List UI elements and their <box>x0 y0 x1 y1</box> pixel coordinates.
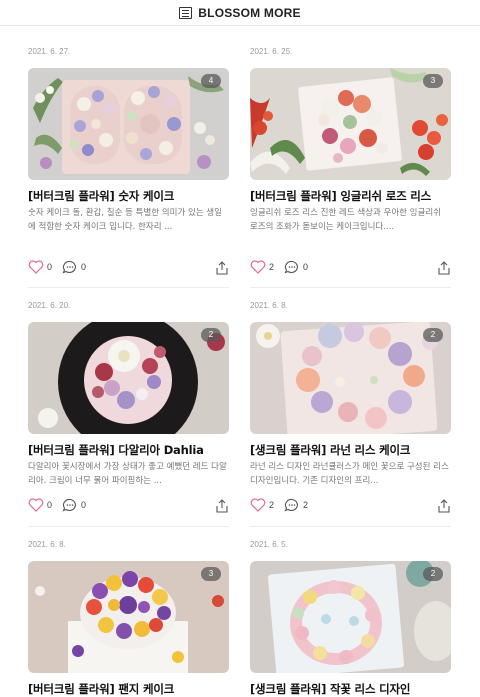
post-excerpt[interactable]: 다알리아 꽃시장에서 가장 상태가 좋고 예뻤던 레드 다알리아. 크림이 너무… <box>28 460 229 488</box>
post-thumbnail[interactable]: 2 <box>250 322 451 434</box>
like-button[interactable]: 2 <box>250 498 274 512</box>
post-thumbnail[interactable]: 2 <box>250 561 451 673</box>
card-divider <box>28 287 229 288</box>
blog-header: BLOSSOM MORE <box>0 0 480 26</box>
small-flower-wreath-cake-photo <box>250 561 451 673</box>
comment-count: 0 <box>81 262 87 272</box>
heart-icon <box>28 260 44 274</box>
heart-icon <box>250 260 266 274</box>
comment-icon <box>284 260 298 274</box>
post-title[interactable]: [생크림 플라워] 작꽃 리스 디자인 <box>250 681 451 697</box>
share-icon <box>216 261 228 275</box>
image-count-badge: 2 <box>423 328 443 342</box>
post-date: 2021. 6. 20. <box>28 301 71 310</box>
heart-icon <box>28 498 44 512</box>
list-icon[interactable] <box>179 6 193 19</box>
post-excerpt[interactable]: 잉글리쉬 로즈 리스 진한 레드 색상과 우아한 잉글리쉬 로즈의 조화가 돋보… <box>250 206 451 234</box>
comment-count: 0 <box>303 262 309 272</box>
card-divider <box>250 526 451 527</box>
post-actions: 0 0 <box>28 496 229 514</box>
like-count: 0 <box>47 500 53 510</box>
post-thumbnail[interactable]: 3 <box>250 68 451 180</box>
like-count: 0 <box>47 262 53 272</box>
comment-button[interactable]: 2 <box>284 498 308 512</box>
post-date: 2021. 6. 5. <box>250 540 288 549</box>
post-actions: 0 0 <box>28 258 229 276</box>
post-excerpt[interactable]: 라넌 리스 디자인 라넌큘러스가 메인 꽃으로 구성된 리스 디자인입니다. 기… <box>250 460 451 488</box>
post-title[interactable]: [버터크림 플라워] 팬지 케이크 <box>28 681 229 697</box>
share-button[interactable] <box>215 498 229 517</box>
like-button[interactable]: 0 <box>28 498 52 512</box>
image-count-badge: 3 <box>201 567 221 581</box>
comment-count: 2 <box>303 500 309 510</box>
post-title[interactable]: [버터크림 플라워] 다알리아 Dahlia <box>28 442 229 458</box>
post-card[interactable]: 2021. 6. 25. 3 [버터크림 플라워] 잉글리쉬 로즈 리스 잉글리… <box>250 46 451 288</box>
image-count-badge: 3 <box>423 74 443 88</box>
share-button[interactable] <box>437 260 451 279</box>
post-actions: 2 2 <box>250 496 451 514</box>
post-card[interactable]: 2021. 6. 20. 2 [버터크림 플라워] 다알리아 Dahlia 다알… <box>28 300 229 527</box>
like-button[interactable]: 0 <box>28 260 52 274</box>
comment-button[interactable]: 0 <box>62 260 86 274</box>
share-button[interactable] <box>215 260 229 279</box>
blog-title[interactable]: BLOSSOM MORE <box>198 6 300 20</box>
post-actions: 2 0 <box>250 258 451 276</box>
comment-icon <box>62 260 76 274</box>
card-divider <box>28 526 229 527</box>
image-count-badge: 2 <box>423 567 443 581</box>
post-thumbnail[interactable]: 4 <box>28 68 229 180</box>
post-date: 2021. 6. 27. <box>28 47 71 56</box>
like-button[interactable]: 2 <box>250 260 274 274</box>
like-count: 2 <box>269 500 275 510</box>
share-button[interactable] <box>437 498 451 517</box>
post-thumbnail[interactable]: 3 <box>28 561 229 673</box>
post-thumbnail[interactable]: 2 <box>28 322 229 434</box>
post-card[interactable]: 2021. 6. 27. 4 [버터크림 플라워] 숫자 케이크 숫자 케이크 … <box>28 46 229 288</box>
heart-icon <box>250 498 266 512</box>
number-cake-photo <box>28 68 229 180</box>
pansy-cake-photo <box>28 561 229 673</box>
rose-wreath-cake-photo <box>250 68 451 180</box>
post-title[interactable]: [버터크림 플라워] 숫자 케이크 <box>28 188 229 204</box>
share-icon <box>438 499 450 513</box>
comment-icon <box>284 498 298 512</box>
ranunculus-wreath-cake-photo <box>250 322 451 434</box>
share-icon <box>216 499 228 513</box>
comment-icon <box>62 498 76 512</box>
post-card[interactable]: 2021. 6. 8. 3 [버터크림 플라워] 팬지 케이크 <box>28 539 229 697</box>
card-divider <box>250 287 451 288</box>
post-excerpt[interactable]: 숫자 케이크 돌, 환갑, 칠순 등 특별한 의미가 있는 생일에 적합한 숫자… <box>28 206 229 234</box>
dahlia-cake-photo <box>28 322 229 434</box>
post-title[interactable]: [버터크림 플라워] 잉글리쉬 로즈 리스 <box>250 188 451 204</box>
image-count-badge: 4 <box>201 74 221 88</box>
like-count: 2 <box>269 262 275 272</box>
comment-button[interactable]: 0 <box>62 498 86 512</box>
post-card[interactable]: 2021. 6. 5. 2 [생크림 플라워] 작꽃 리스 디자인 <box>250 539 451 697</box>
comment-count: 0 <box>81 500 87 510</box>
share-icon <box>438 261 450 275</box>
post-date: 2021. 6. 8. <box>28 540 66 549</box>
post-title[interactable]: [생크림 플라워] 라넌 리스 케이크 <box>250 442 451 458</box>
post-card[interactable]: 2021. 6. 8. 2 [생크림 플라워] 라넌 리스 케이크 라넌 리스 … <box>250 300 451 527</box>
comment-button[interactable]: 0 <box>284 260 308 274</box>
image-count-badge: 2 <box>201 328 221 342</box>
post-date: 2021. 6. 25. <box>250 47 293 56</box>
post-date: 2021. 6. 8. <box>250 301 288 310</box>
